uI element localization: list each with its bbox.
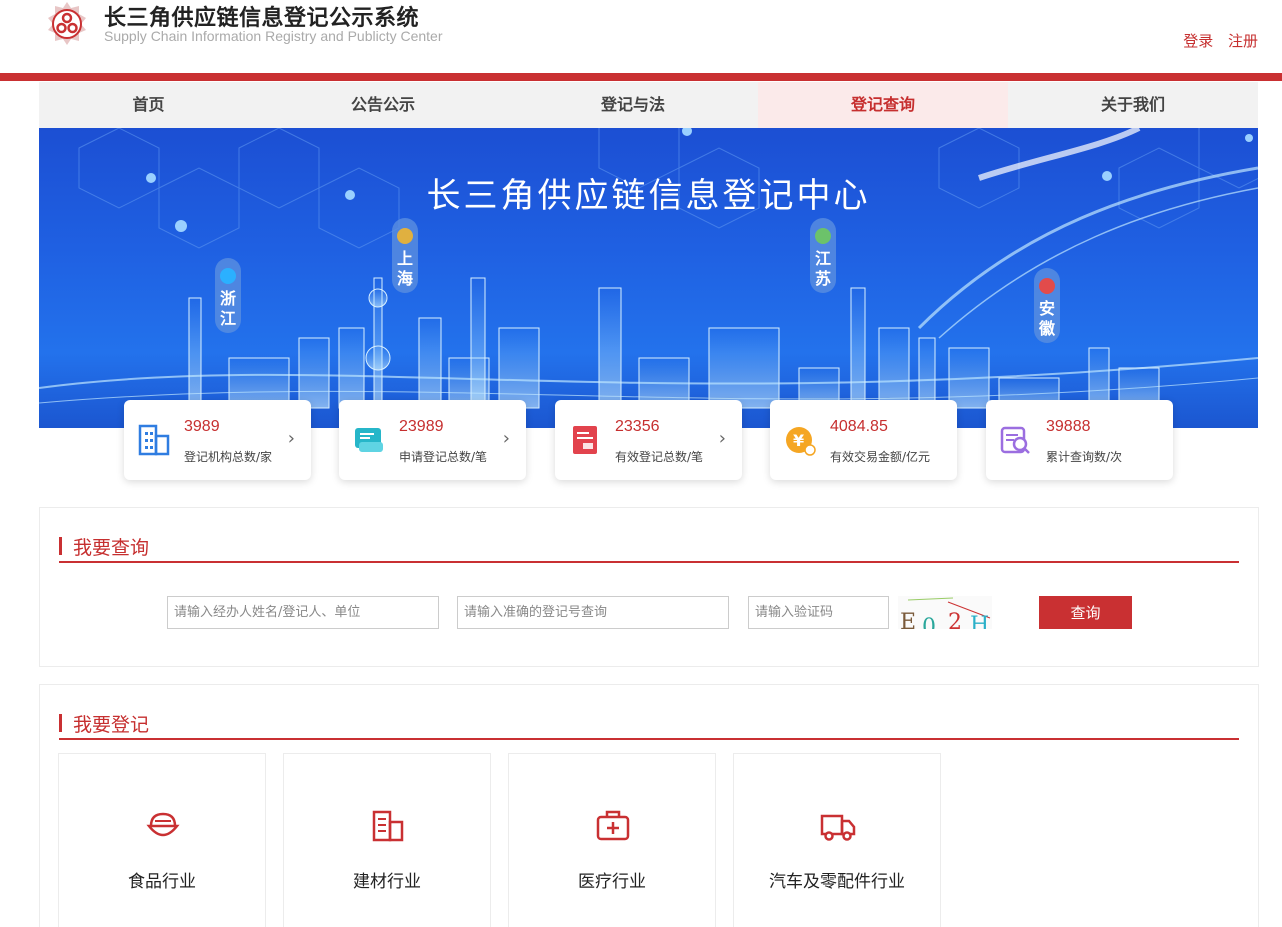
building-materials-icon	[372, 810, 404, 842]
auth-links: 登录 注册	[1173, 30, 1258, 51]
stat-card-transaction-amount[interactable]: ¥ 4084.85 有效交易金额/亿元	[770, 400, 957, 480]
svg-text:江: 江	[220, 309, 236, 328]
province-label-jiangsu: 江	[815, 249, 831, 268]
truck-icon	[820, 814, 856, 841]
register-panel-title: 我要登记	[73, 714, 150, 736]
svg-text:0: 0	[922, 615, 936, 629]
banner-title: 长三角供应链信息登记中心	[426, 176, 871, 216]
stat-card-query-count[interactable]: 39888 累计查询数/次	[986, 400, 1173, 480]
stat-value: 39888	[1046, 418, 1091, 435]
query-panel: 我要查询 E 0 2 H 查询	[39, 507, 1259, 667]
query-panel-title: 我要查询	[73, 537, 150, 559]
search-document-icon	[1000, 426, 1030, 454]
chevron-right-icon: ›	[287, 428, 295, 449]
hero-banner: 浙 江 上 海 江 苏 安 徽 长三角供应链信息登记中心	[39, 128, 1258, 428]
captcha-input[interactable]	[748, 596, 889, 629]
nav-item-home[interactable]: 首页	[39, 82, 258, 128]
svg-text:¥: ¥	[793, 431, 804, 450]
svg-text:2: 2	[948, 610, 962, 629]
login-link[interactable]: 登录	[1183, 32, 1213, 50]
stat-card-valid-registrations[interactable]: 23356 有效登记总数/笔 ›	[555, 400, 742, 480]
chevron-right-icon: ›	[502, 428, 510, 449]
stat-value: 4084.85	[830, 418, 888, 435]
stat-value: 23989	[399, 418, 444, 435]
industry-card-food[interactable]: 食品行业	[58, 753, 266, 927]
yuan-coin-icon: ¥	[786, 427, 816, 456]
svg-text:H: H	[970, 613, 989, 629]
site-header: 长三角供应链信息登记公示系统 Supply Chain Information …	[0, 0, 1282, 72]
section-marker	[59, 714, 62, 732]
register-panel-header: 我要登记	[59, 710, 1239, 740]
captcha-image[interactable]: E 0 2 H	[898, 596, 992, 629]
industry-label: 建材行业	[353, 872, 421, 892]
industry-card-medical[interactable]: 医疗行业	[508, 753, 716, 927]
svg-text:徽: 徽	[1038, 319, 1056, 338]
nav-item-announcements[interactable]: 公告公示	[258, 82, 508, 128]
svg-text:海: 海	[397, 269, 413, 288]
province-label-zhejiang: 浙	[220, 289, 236, 308]
logo-icon	[48, 2, 86, 45]
stat-label: 申请登记总数/笔	[399, 450, 488, 464]
industry-card-building-materials[interactable]: 建材行业	[283, 753, 491, 927]
name-search-input[interactable]	[167, 596, 439, 629]
industry-label: 食品行业	[128, 872, 196, 892]
medical-kit-icon	[596, 810, 630, 841]
registration-number-input[interactable]	[457, 596, 729, 629]
province-label-shanghai: 上	[397, 249, 413, 268]
stats-row: 3989 登记机构总数/家 › 23989 申请登记总数/笔 › 23356 有…	[0, 400, 1282, 480]
stat-label: 登记机构总数/家	[184, 450, 273, 464]
svg-text:E: E	[900, 610, 916, 629]
main-nav: 首页 公告公示 登记与法 登记查询 关于我们	[39, 82, 1258, 128]
search-button[interactable]: 查询	[1039, 596, 1132, 629]
site-subtitle: Supply Chain Information Registry and Pu…	[104, 28, 443, 44]
chevron-right-icon: ›	[718, 428, 726, 449]
header-divider	[0, 73, 1282, 81]
industry-label: 医疗行业	[578, 872, 646, 892]
building-icon	[138, 424, 170, 456]
stat-card-institutions[interactable]: 3989 登记机构总数/家 ›	[124, 400, 311, 480]
section-marker	[59, 537, 62, 555]
stat-value: 3989	[184, 418, 220, 435]
province-label-anhui: 安	[1039, 299, 1055, 318]
food-bowl-icon	[146, 812, 180, 837]
stat-card-applications[interactable]: 23989 申请登记总数/笔 ›	[339, 400, 526, 480]
nav-item-registration-query[interactable]: 登记查询	[758, 82, 1008, 128]
query-panel-header: 我要查询	[59, 533, 1239, 563]
stat-label: 有效登记总数/笔	[615, 450, 704, 464]
document-icon	[573, 426, 597, 454]
stat-value: 23356	[615, 418, 660, 435]
stat-label: 累计查询数/次	[1046, 450, 1123, 464]
register-panel: 我要登记 食品行业 建材行业 医疗行业 汽车及零配件行业	[39, 684, 1259, 927]
svg-text:苏: 苏	[815, 269, 831, 288]
stat-label: 有效交易金额/亿元	[830, 450, 931, 464]
scroll-icon	[355, 428, 383, 452]
nav-item-about-us[interactable]: 关于我们	[1008, 82, 1258, 128]
industry-label: 汽车及零配件行业	[769, 872, 905, 892]
nav-item-registration-law[interactable]: 登记与法	[508, 82, 758, 128]
register-link[interactable]: 注册	[1228, 32, 1258, 50]
industry-card-auto-parts[interactable]: 汽车及零配件行业	[733, 753, 941, 927]
